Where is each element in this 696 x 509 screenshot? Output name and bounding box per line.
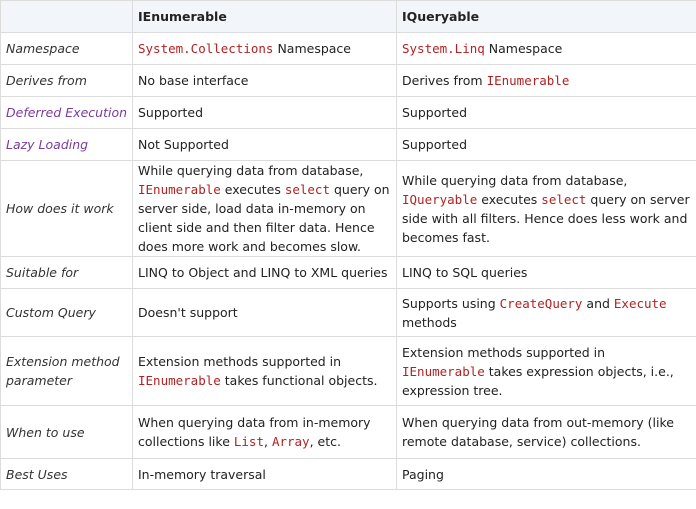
cell-text: Doesn't support (138, 305, 238, 320)
iqueryable-cell: LINQ to SQL queries (396, 256, 696, 289)
header-iqueryable: IQueryable (396, 0, 696, 33)
table-row: Suitable for LINQ to Object and LINQ to … (0, 256, 696, 289)
code-term: IEnumerable (138, 373, 221, 388)
iqueryable-cell: Extension methods supported in IEnumerab… (396, 336, 696, 406)
iqueryable-cell: Paging (396, 458, 696, 490)
table-row: When to use When querying data from in-m… (0, 405, 696, 459)
cell-text: Supported (402, 137, 468, 152)
iqueryable-cell: Derives from IEnumerable (396, 64, 696, 97)
table-row: Deferred Execution Supported Supported (0, 96, 696, 129)
cell-text: Extension methods supported in (402, 344, 606, 360)
header-row: IEnumerable IQueryable (0, 0, 696, 33)
comparison-table: IEnumerable IQueryable Namespace System.… (0, 0, 696, 490)
code-term: List (233, 434, 264, 449)
cell-text: and (582, 295, 614, 311)
code-term: Execute (613, 295, 667, 311)
cell-text: Namespace (273, 41, 351, 56)
code-term: System.Collections (138, 41, 274, 56)
cell-text: Extension methods supported in (138, 354, 342, 369)
cell-text: Paging (402, 466, 444, 482)
row-label: Namespace (0, 32, 133, 65)
cell-text: While querying data from database, (138, 163, 364, 178)
table-row: Namespace System.Collections Namespace S… (0, 32, 696, 65)
row-label: Derives from (0, 64, 133, 97)
ienumerable-cell: No base interface (132, 64, 397, 97)
ienumerable-cell: In-memory traversal (132, 458, 397, 490)
iqueryable-cell: Supported (396, 128, 696, 161)
code-term: select (284, 182, 330, 197)
table-row: How does it work While querying data fro… (0, 160, 696, 257)
cell-text: LINQ to Object and LINQ to XML queries (138, 265, 388, 280)
ienumerable-cell: Doesn't support (132, 288, 397, 337)
cell-text: In-memory traversal (138, 466, 266, 482)
cell-text: While querying data from database, (402, 172, 628, 188)
header-ienumerable: IEnumerable (132, 0, 397, 33)
cell-text: Supported (402, 105, 468, 120)
cell-text: LINQ to SQL queries (402, 265, 528, 280)
row-label-link[interactable]: Deferred Execution (0, 96, 133, 129)
code-term: System.Linq (402, 41, 485, 56)
row-label-link[interactable]: Lazy Loading (0, 128, 133, 161)
code-term: IEnumerable (138, 182, 221, 197)
ienumerable-cell: When querying data from in-memory collec… (132, 405, 397, 459)
cell-text: When querying data from out-memory (like… (402, 415, 674, 449)
cell-text: Not Supported (138, 137, 229, 152)
row-label: Custom Query (0, 288, 133, 337)
code-term: CreateQuery (499, 295, 583, 311)
row-label: When to use (0, 405, 133, 459)
code-term: select (541, 191, 587, 207)
table-row: Extension method parameter Extension met… (0, 336, 696, 406)
code-term: IEnumerable (402, 363, 485, 379)
cell-text: No base interface (138, 73, 249, 88)
header-corner (0, 0, 133, 33)
cell-text: Derives from (402, 73, 487, 88)
cell-text: takes functional objects. (220, 373, 378, 388)
iqueryable-cell: System.Linq Namespace (396, 32, 696, 65)
cell-text: executes (220, 182, 285, 197)
ienumerable-cell: While querying data from database, IEnum… (132, 160, 397, 257)
row-label: Suitable for (0, 256, 133, 289)
ienumerable-cell: LINQ to Object and LINQ to XML queries (132, 256, 397, 289)
iqueryable-cell: Supports using CreateQuery and Execute m… (396, 288, 696, 337)
table-row: Lazy Loading Not Supported Supported (0, 128, 696, 161)
iqueryable-cell: Supported (396, 96, 696, 129)
row-label: Extension method parameter (0, 336, 133, 406)
cell-text: , (263, 434, 272, 449)
table-row: Custom Query Doesn't support Supports us… (0, 288, 696, 337)
row-label: How does it work (0, 160, 133, 257)
code-term: IQueryable (402, 191, 478, 207)
ienumerable-cell: Supported (132, 96, 397, 129)
cell-text: , etc. (309, 434, 341, 449)
cell-text: Namespace (484, 41, 563, 56)
code-term: Array (271, 434, 310, 449)
table-row: Best Uses In-memory traversal Paging (0, 458, 696, 490)
iqueryable-cell: When querying data from out-memory (like… (396, 405, 696, 459)
cell-text: executes (477, 191, 542, 207)
cell-text: Supported (138, 105, 204, 120)
cell-text: methods (402, 314, 457, 330)
iqueryable-cell: While querying data from database, IQuer… (396, 160, 696, 257)
cell-text: Supports using (402, 295, 500, 311)
ienumerable-cell: Extension methods supported in IEnumerab… (132, 336, 397, 406)
code-term: IEnumerable (486, 73, 570, 88)
table-row: Derives from No base interface Derives f… (0, 64, 696, 97)
row-label: Best Uses (0, 458, 133, 490)
ienumerable-cell: System.Collections Namespace (132, 32, 397, 65)
ienumerable-cell: Not Supported (132, 128, 397, 161)
